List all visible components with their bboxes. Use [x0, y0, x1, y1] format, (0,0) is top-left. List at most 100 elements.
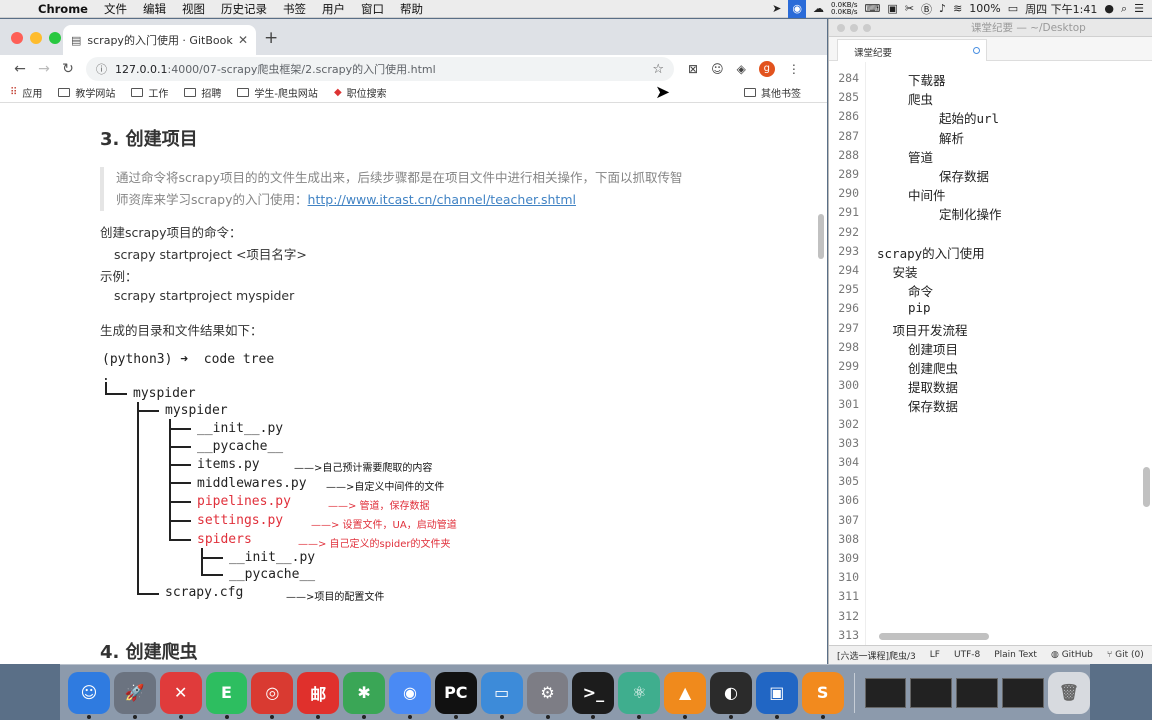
code-line[interactable]: 项目开发流程: [893, 320, 968, 339]
bookmark-folder[interactable]: 学生-爬虫网站: [237, 85, 318, 100]
bookmark-folder[interactable]: 招聘: [184, 85, 221, 100]
puzzle-extension-icon[interactable]: ◈: [737, 62, 746, 76]
menu-edit[interactable]: 编辑: [135, 1, 174, 17]
bookmark-job-search[interactable]: ◆ 职位搜索: [334, 85, 387, 100]
code-line[interactable]: 中间件: [908, 185, 946, 204]
trash-icon[interactable]: 🗑: [1048, 671, 1090, 714]
obs-status-icon[interactable]: ◉: [788, 0, 806, 18]
terminal-icon[interactable]: >_: [572, 671, 615, 719]
x-extension-icon[interactable]: ⊠: [688, 62, 698, 76]
forward-icon[interactable]: →: [32, 61, 56, 77]
menu-window[interactable]: 窗口: [353, 1, 392, 17]
zoom-window-button[interactable]: [863, 23, 871, 32]
status-git[interactable]: ⑂ Git (0): [1107, 650, 1144, 660]
editor-vertical-scrollbar[interactable]: [1143, 467, 1150, 507]
more-menu-icon[interactable]: ⋮: [788, 62, 800, 76]
smile-extension-icon[interactable]: ☺: [711, 62, 724, 76]
menu-app-name[interactable]: Chrome: [30, 2, 96, 16]
bookmark-folder[interactable]: 教学网站: [58, 85, 115, 100]
zoom-window-button[interactable]: [49, 32, 61, 44]
editor-tab[interactable]: 课堂纪要: [837, 39, 987, 61]
status-github[interactable]: ◍ GitHub: [1051, 650, 1093, 660]
send-icon[interactable]: ➤: [772, 2, 781, 15]
bookmark-star-icon[interactable]: ☆: [652, 62, 664, 77]
close-window-button[interactable]: [11, 32, 23, 44]
evernote-icon[interactable]: E: [205, 671, 248, 719]
obs-icon[interactable]: ◐: [710, 671, 752, 719]
finder-icon[interactable]: ☺: [68, 671, 110, 719]
menu-history[interactable]: 历史记录: [213, 1, 275, 17]
status-line-ending[interactable]: LF: [930, 650, 940, 660]
clock[interactable]: 周四 下午1:41: [1025, 1, 1097, 17]
address-bar[interactable]: ⓘ 127.0.0.1 :4000/07-scrapy爬虫框架/2.scrapy…: [86, 57, 674, 81]
b-icon[interactable]: Ⓑ: [921, 1, 932, 17]
menu-help[interactable]: 帮助: [392, 1, 431, 17]
minimized-window-thumbnail[interactable]: [956, 677, 999, 708]
code-line[interactable]: 起始的url: [939, 108, 999, 127]
browser-tab[interactable]: ▤ scrapy的入门使用 · GitBook ✕: [63, 25, 256, 55]
code-line[interactable]: 创建爬虫: [908, 358, 958, 377]
netease-music-icon[interactable]: ◎: [251, 671, 294, 719]
code-line[interactable]: 保存数据: [908, 396, 958, 415]
info-icon[interactable]: ⓘ: [96, 61, 107, 77]
code-line[interactable]: 定制化操作: [939, 204, 1002, 223]
volume-icon[interactable]: ♪: [939, 2, 946, 15]
menu-file[interactable]: 文件: [96, 1, 135, 17]
mindnode-icon[interactable]: ✱: [343, 671, 386, 719]
code-line[interactable]: 爬虫: [908, 89, 933, 108]
code-line[interactable]: 管道: [908, 147, 933, 166]
chrome-icon[interactable]: ◉: [389, 671, 431, 719]
menu-bookmarks[interactable]: 书签: [275, 1, 314, 17]
code-line[interactable]: 安装: [893, 262, 918, 281]
page-scrollbar[interactable]: [818, 214, 824, 259]
cloud-icon[interactable]: ☁: [813, 2, 824, 15]
notification-center-icon[interactable]: ☰: [1134, 2, 1144, 15]
wifi-icon[interactable]: ≋: [953, 2, 962, 15]
other-bookmarks[interactable]: 其他书签: [744, 85, 801, 100]
bookmark-folder[interactable]: 工作: [131, 85, 168, 100]
code-line[interactable]: 提取数据: [908, 377, 958, 396]
code-line[interactable]: scrapy的入门使用: [877, 243, 985, 262]
youdao-dict-icon[interactable]: 邮: [297, 671, 340, 719]
status-file-path[interactable]: [六选一课程]爬虫/3: [837, 649, 916, 662]
user-icon[interactable]: ●: [1104, 2, 1114, 15]
keynote-icon[interactable]: ▭: [480, 671, 523, 719]
launchpad-icon[interactable]: 🚀: [113, 671, 156, 719]
status-encoding[interactable]: UTF-8: [954, 650, 980, 660]
status-grammar[interactable]: Plain Text: [994, 650, 1037, 660]
system-preferences-icon[interactable]: ⚙: [526, 671, 569, 719]
code-line[interactable]: pip: [908, 300, 931, 315]
code-line[interactable]: 保存数据: [939, 166, 989, 185]
xmind-icon[interactable]: ✕: [159, 671, 202, 719]
new-tab-button[interactable]: +: [264, 28, 278, 48]
profile-avatar[interactable]: g: [758, 61, 775, 77]
minimize-window-button[interactable]: [850, 23, 858, 32]
spotlight-icon[interactable]: ⌕: [1121, 2, 1127, 16]
code-line[interactable]: 命令: [908, 281, 933, 300]
close-tab-icon[interactable]: ✕: [238, 33, 248, 47]
lock-icon[interactable]: ▣: [887, 2, 897, 15]
minimize-window-button[interactable]: [30, 32, 42, 44]
vlc-icon[interactable]: ▲: [664, 671, 707, 719]
editor-horizontal-scrollbar[interactable]: [879, 633, 989, 640]
code-line[interactable]: 创建项目: [908, 339, 958, 358]
pycharm-icon[interactable]: PC: [434, 671, 477, 719]
scissors-icon[interactable]: ✂: [905, 2, 914, 15]
bookmark-apps[interactable]: ⠿ 应用: [10, 85, 42, 100]
back-icon[interactable]: ←: [8, 61, 32, 77]
minimized-window-thumbnail[interactable]: [1002, 677, 1045, 708]
keyboard-icon[interactable]: ⌨: [865, 2, 881, 15]
battery-percent[interactable]: 100%: [969, 2, 1000, 15]
sublime-text-icon[interactable]: S: [801, 671, 844, 719]
menu-people[interactable]: 用户: [314, 1, 353, 17]
code-line[interactable]: 下载器: [908, 70, 946, 89]
close-window-button[interactable]: [837, 23, 845, 32]
reload-icon[interactable]: ↻: [56, 61, 80, 77]
menu-view[interactable]: 视图: [174, 1, 213, 17]
minimized-window-thumbnail[interactable]: [910, 677, 953, 708]
virtualbox-icon[interactable]: ▣: [755, 671, 798, 719]
teacher-link[interactable]: http://www.itcast.cn/channel/teacher.sht…: [308, 192, 576, 207]
minimized-window-thumbnail[interactable]: [864, 677, 907, 708]
code-line[interactable]: 解析: [939, 128, 964, 147]
atom-icon[interactable]: ⚛: [618, 671, 661, 719]
